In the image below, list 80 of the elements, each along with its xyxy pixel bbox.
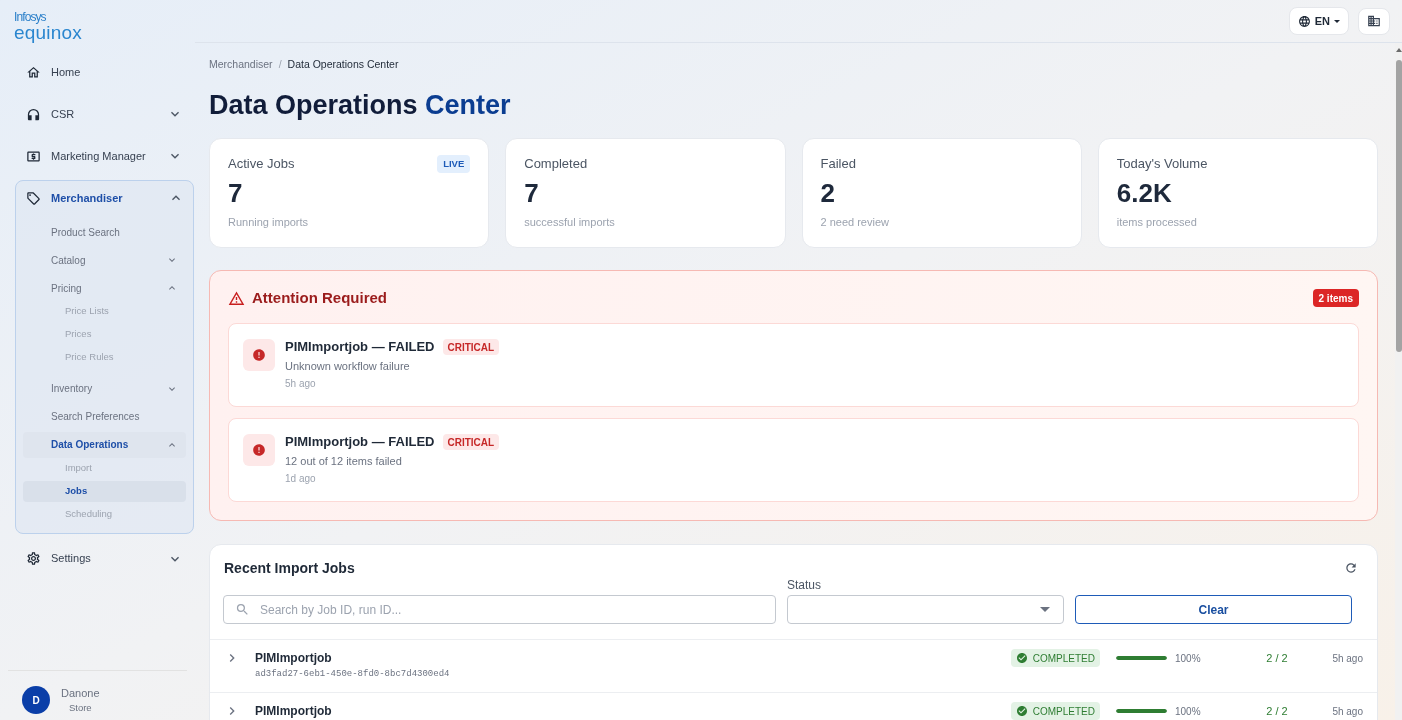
status-badge: COMPLETED [1010, 702, 1100, 720]
stat-value: 7 [228, 178, 243, 208]
job-time: 5h ago [1332, 704, 1363, 719]
globe-icon [1297, 14, 1311, 28]
stat-label: Completed [524, 156, 588, 172]
run-id: ad3fad27-6eb1-450e-8fd0-8bc7d4300ed4 [255, 667, 450, 680]
stat-caption: items processed [1116, 215, 1197, 229]
caret-icon [1040, 607, 1050, 612]
nav-item[interactable]: Jobs [23, 480, 186, 502]
building-icon [1367, 14, 1381, 28]
job-name: PIMImportjob [255, 703, 332, 719]
progress-percent: 100% [1175, 651, 1201, 666]
status-badge: COMPLETED [1010, 649, 1100, 667]
caret-icon [1334, 19, 1340, 23]
user-avatar[interactable]: D [22, 686, 50, 714]
stat-value: 2 [820, 178, 835, 208]
alert-time: 1d ago [285, 473, 316, 485]
error-icon [243, 339, 275, 371]
tag-icon [26, 190, 41, 206]
user-role: Store [68, 702, 92, 714]
nav-item[interactable]: Product Search [23, 219, 186, 245]
breadcrumb-separator: / [278, 57, 282, 73]
progress-percent: 100% [1175, 704, 1201, 719]
alert-message: 12 out of 12 items failed [285, 454, 402, 468]
logo-text: equinox [14, 23, 82, 43]
scroll-up-arrow-icon[interactable] [1395, 48, 1402, 52]
nav-item[interactable]: Merchandiser [16, 181, 193, 215]
table-row[interactable]: PIMImportjob COMPLETED 100% 2 / 2 5h ago [210, 693, 1377, 720]
stat-caption: Running imports [228, 215, 309, 229]
severity-badge: CRITICAL [442, 339, 500, 355]
refresh-icon[interactable] [1344, 561, 1358, 575]
live-badge: LIVE [437, 155, 471, 173]
section-title: Attention Required [252, 287, 387, 308]
user-name: Danone [61, 686, 100, 700]
search-field[interactable]: Search by Job ID, run ID... [223, 595, 776, 624]
nav-item[interactable]: Marketing Manager [0, 135, 195, 177]
breadcrumb-link[interactable]: Merchandiser [209, 57, 273, 73]
language-selector[interactable]: EN [1288, 7, 1349, 35]
stat-caption: 2 need review [820, 215, 889, 229]
stat-label: Failed [820, 156, 856, 172]
nav-item[interactable]: Home [0, 51, 195, 93]
nav-item[interactable]: Settings [0, 537, 195, 580]
nav-item[interactable]: Search Preferences [23, 403, 186, 430]
severity-badge: CRITICAL [442, 434, 500, 450]
nav-item[interactable]: Inventory [23, 375, 186, 402]
error-icon [243, 434, 275, 466]
nav-item[interactable]: Pricing [23, 275, 186, 301]
section-title: Recent Import Jobs [224, 558, 355, 578]
alert-message: Unknown workflow failure [285, 359, 410, 373]
alert-time: 5h ago [285, 378, 316, 390]
logo-text: Infosys [14, 11, 46, 24]
stat-value: 6.2K [1116, 178, 1172, 208]
stat-value: 7 [524, 178, 539, 208]
item-count: 2 / 2 [1266, 703, 1288, 719]
item-count: 2 / 2 [1266, 650, 1288, 666]
progress-bar [1116, 656, 1167, 660]
warning-icon [228, 289, 245, 307]
nav-item[interactable]: Catalog [23, 247, 186, 273]
stat-caption: successful imports [524, 215, 615, 229]
alert-title: PIMImportjob — FAILED [285, 433, 435, 452]
home-icon [26, 64, 41, 80]
table-row[interactable]: PIMImportjob ad3fad27-6eb1-450e-8fd0-8bc7d4300ed4 COMPLETED 100% 2 / 2 5h ago [210, 640, 1377, 693]
breadcrumb-current: Data Operations Center [287, 57, 399, 73]
building-button[interactable] [1358, 7, 1390, 35]
clear-button[interactable]: Clear [1075, 595, 1352, 624]
stat-label: Today's Volume [1116, 156, 1208, 172]
alert-title: PIMImportjob — FAILED [285, 338, 435, 357]
stat-label: Active Jobs [228, 156, 295, 172]
settings-icon [26, 551, 41, 566]
page-title: Data Operations Center [209, 89, 511, 122]
nav-item[interactable]: Data Operations [23, 431, 186, 458]
job-name: PIMImportjob [255, 650, 332, 666]
nav-item[interactable]: CSR [0, 93, 195, 135]
headphones-icon [26, 106, 41, 122]
progress-bar [1116, 709, 1167, 713]
count-badge: 2 items [1312, 289, 1359, 307]
search-icon [235, 602, 250, 617]
field-label: Status [787, 578, 822, 592]
job-time: 5h ago [1332, 651, 1363, 666]
scrollbar-thumb[interactable] [1395, 60, 1402, 352]
